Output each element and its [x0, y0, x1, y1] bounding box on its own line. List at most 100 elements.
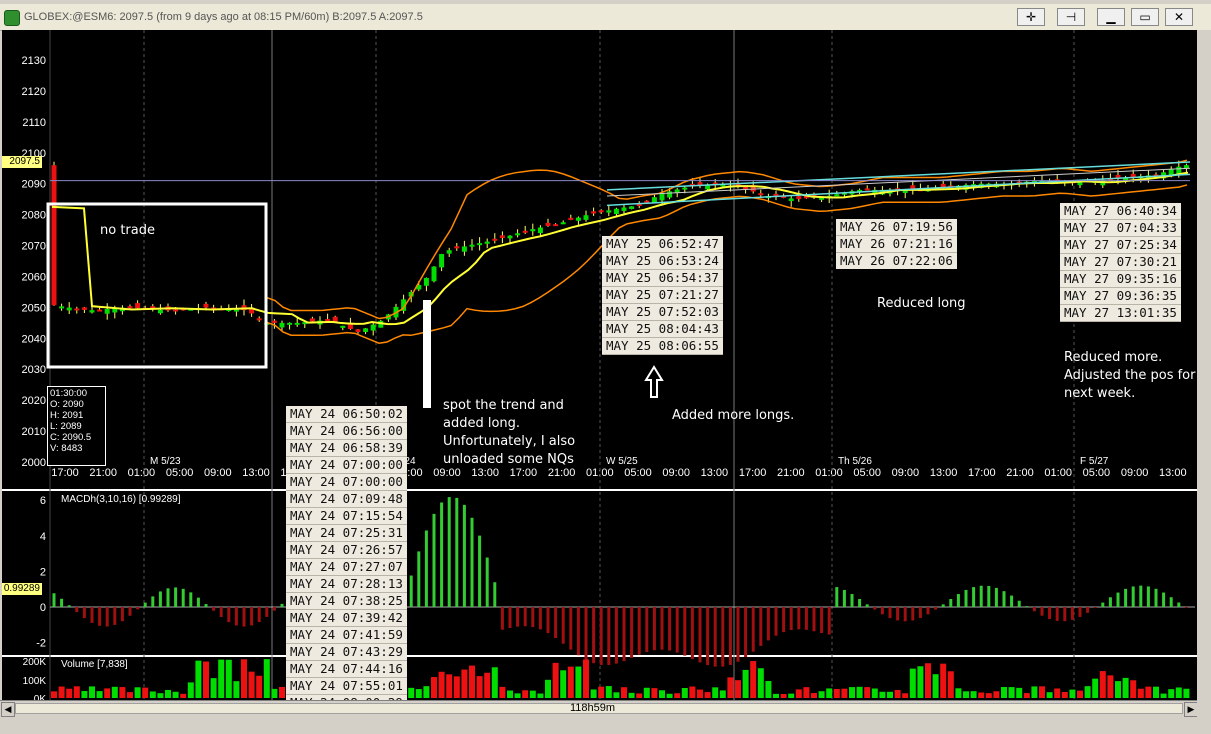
candle-body — [469, 244, 475, 247]
volume-bar — [651, 688, 658, 698]
volume-bar — [978, 692, 985, 698]
crosshair-button[interactable]: ✛ — [1017, 8, 1045, 26]
candle-body — [279, 322, 285, 328]
minimize-button[interactable]: ▁ — [1097, 8, 1125, 26]
note-reduced-long: Reduced long — [877, 296, 966, 311]
time-tick-label: 17:00 — [51, 467, 79, 479]
timestamps-may24: MAY 24 06:50:02 MAY 24 06:56:00 MAY 24 06:… — [286, 406, 407, 712]
volume-bar — [955, 688, 962, 698]
volume-bar — [187, 682, 194, 698]
volume-bar — [826, 688, 833, 698]
volume-bar — [940, 663, 947, 698]
volume-bar — [1183, 688, 1190, 698]
candle-body — [51, 165, 57, 306]
timestamp-entry: MAY 25 07:21:27 — [602, 287, 723, 304]
candle-body — [537, 227, 543, 234]
maximize-button[interactable]: ▭ — [1131, 8, 1159, 26]
candle-body — [507, 235, 513, 239]
volume-bar — [180, 693, 187, 698]
timestamp-entry: MAY 24 07:28:13 — [286, 576, 407, 593]
volume-bar — [598, 686, 605, 698]
timestamp-entry: MAY 25 06:53:24 — [602, 253, 723, 270]
candle-body — [492, 238, 498, 241]
window-title: GLOBEX:@ESM6: 2097.5 (from 9 days ago at… — [24, 11, 423, 23]
pin-button[interactable]: ⊣ — [1057, 8, 1085, 26]
volume-bar — [917, 666, 924, 698]
volume-bar — [681, 688, 688, 698]
volume-bar — [985, 693, 992, 698]
price-tick-label: 2040 — [22, 333, 46, 345]
volume-bar — [970, 691, 977, 698]
volume-bar — [963, 691, 969, 698]
volume-tick-label: 100K — [23, 676, 47, 687]
timestamp-entry: MAY 24 07:41:59 — [286, 627, 407, 644]
volume-bar — [491, 667, 498, 698]
bollinger-lower — [266, 184, 1188, 345]
volume-bar — [507, 690, 513, 698]
day-label: F 5/27 — [1080, 456, 1109, 467]
candle-body — [591, 211, 597, 214]
volume-bar — [704, 692, 711, 698]
volume-bar — [233, 681, 240, 698]
volume-bar — [643, 687, 650, 698]
volume-bar — [111, 686, 118, 698]
volume-bar — [719, 690, 726, 698]
volume-bar — [659, 690, 665, 698]
volume-bar — [431, 677, 437, 698]
volume-bar — [894, 689, 901, 698]
candle-body — [104, 308, 110, 314]
candle-body — [522, 230, 528, 233]
chart-area[interactable]: 2130 2120 2110 2100 2090 2080 2070 2060 2050 2040… — [2, 30, 1197, 705]
candle-body — [758, 193, 764, 196]
scroll-right-icon[interactable]: ▶ — [1184, 702, 1198, 717]
candle-body — [74, 308, 80, 311]
time-tick-label: 21:00 — [89, 467, 117, 479]
macd-label: MACDh(3,10,16) [0.99289] — [61, 494, 181, 505]
volume-bar — [203, 661, 209, 698]
candle-body — [89, 310, 95, 313]
macd-tick-label: 2 — [40, 566, 46, 578]
volume-bar — [742, 669, 749, 698]
volume-bar — [195, 660, 202, 698]
candle-body — [173, 309, 179, 312]
volume-bar — [666, 693, 673, 698]
candle-body — [363, 328, 369, 332]
volume-bar — [438, 671, 445, 698]
chart-canvas[interactable]: 2130212021102100209020802070206020502040… — [2, 30, 1197, 705]
scroll-left-icon[interactable]: ◀ — [1, 702, 15, 717]
volume-bar — [818, 691, 825, 698]
timestamp-entry: MAY 27 09:36:35 — [1060, 288, 1181, 305]
time-tick-label: 09:00 — [204, 467, 232, 479]
timestamp-entry: MAY 27 09:35:16 — [1060, 271, 1181, 288]
horizontal-scrollbar[interactable]: ◀ 118h59m ▶ — [0, 700, 1200, 717]
candle-body — [796, 196, 802, 200]
volume-bar — [1137, 688, 1144, 698]
volume-bar — [773, 693, 779, 698]
volume-bar — [241, 659, 247, 698]
volume-bar — [157, 693, 164, 698]
timestamp-entry: MAY 26 07:21:16 — [836, 236, 957, 253]
volume-bar — [856, 686, 863, 698]
volume-bar — [1061, 691, 1068, 698]
price-tick-label: 2000 — [22, 457, 46, 469]
candle-body — [864, 188, 870, 191]
candle-body — [484, 241, 490, 244]
timestamp-entry: MAY 24 07:39:42 — [286, 610, 407, 627]
volume-bar — [142, 687, 149, 698]
candle-body — [461, 246, 467, 252]
price-tick-label: 2020 — [22, 395, 46, 407]
volume-bar — [218, 659, 225, 698]
volume-bar — [119, 687, 126, 698]
price-tick-label: 2130 — [22, 55, 46, 67]
volume-bar — [537, 693, 544, 698]
window-frame-right — [1197, 30, 1211, 734]
close-button[interactable]: ✕ — [1165, 8, 1193, 26]
timestamp-entry: MAY 25 08:04:43 — [602, 321, 723, 338]
time-tick-label: 09:00 — [662, 467, 690, 479]
volume-bar — [461, 669, 468, 698]
timestamp-entry: MAY 24 07:00:00 — [286, 474, 407, 491]
volume-bar — [1039, 686, 1045, 698]
candle-body — [575, 217, 581, 221]
volume-bar — [58, 686, 65, 698]
title-bar[interactable]: GLOBEX:@ESM6: 2097.5 (from 9 days ago at… — [0, 4, 1211, 31]
